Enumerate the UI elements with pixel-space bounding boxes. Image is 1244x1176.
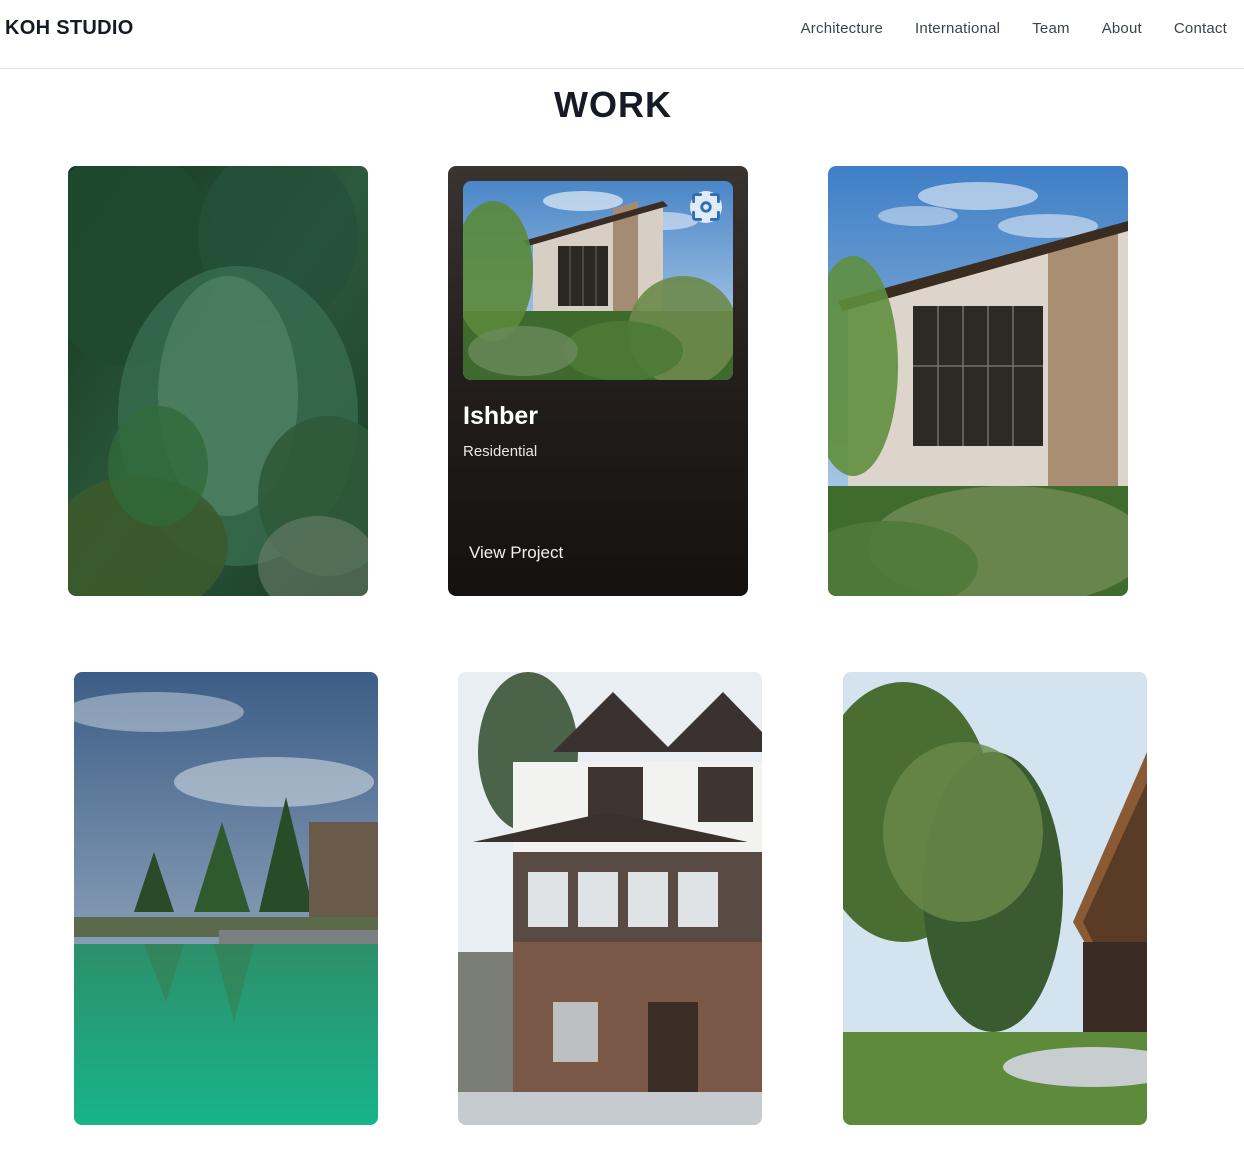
- project-card-a-frame[interactable]: [843, 672, 1147, 1125]
- project-image: [68, 166, 368, 596]
- nav-international[interactable]: International: [915, 20, 1000, 37]
- nav-contact[interactable]: Contact: [1174, 20, 1227, 37]
- arrow-right-icon[interactable]: [448, 545, 728, 596]
- project-image: [828, 166, 1128, 596]
- project-card-aerial-trees[interactable]: [68, 166, 368, 596]
- project-card-tudor-house[interactable]: [458, 672, 762, 1125]
- site-header: KOH STUDIO Architecture International Te…: [0, 0, 1244, 69]
- brand-logo[interactable]: KOH STUDIO: [5, 17, 134, 40]
- project-image: [843, 672, 1147, 1125]
- page-title: WORK: [554, 84, 672, 125]
- expand-button[interactable]: [690, 191, 722, 223]
- project-name: Ishber: [463, 402, 539, 430]
- nav-architecture[interactable]: Architecture: [801, 20, 883, 37]
- nav-team[interactable]: Team: [1032, 20, 1069, 37]
- project-card-ishber[interactable]: Ishber Residential View Project: [448, 166, 748, 596]
- nav-about[interactable]: About: [1102, 20, 1142, 37]
- project-thumbnail: [463, 181, 733, 380]
- main-nav: Architecture International Team About Co…: [801, 20, 1227, 37]
- project-card-modern-house[interactable]: [828, 166, 1128, 596]
- project-image: [74, 672, 378, 1125]
- project-card-pool[interactable]: [74, 672, 378, 1125]
- focus-scan-icon: [692, 193, 720, 221]
- project-image: [458, 672, 762, 1125]
- project-category: Residential: [463, 443, 538, 460]
